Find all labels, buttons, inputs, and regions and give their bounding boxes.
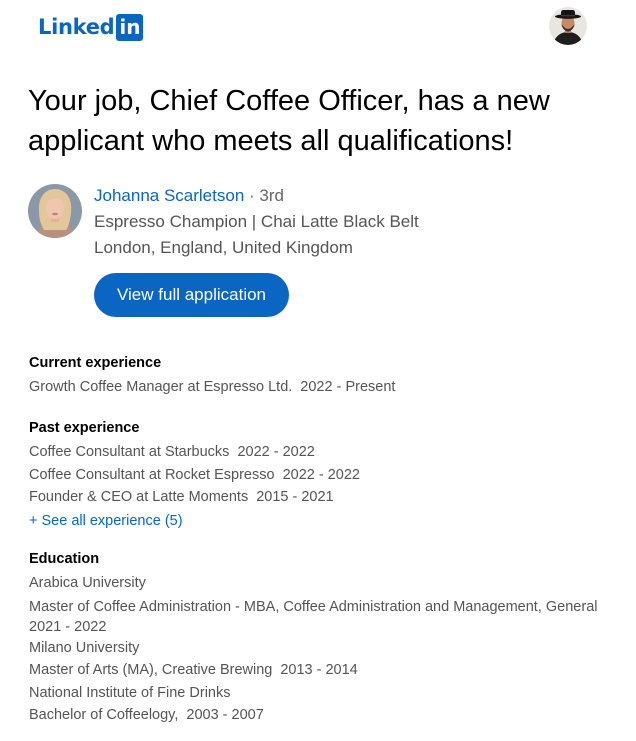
degree-name: Master of Arts (MA), Creative Brewing	[29, 662, 273, 678]
experience-role: Coffee Consultant at Starbucks	[29, 444, 230, 460]
education-degree: Master of Arts (MA), Creative Brewing 201…	[29, 659, 609, 682]
experience-item: Founder & CEO at Latte Moments 2015 - 202…	[29, 486, 609, 509]
experience-role: Coffee Consultant at Rocket Espresso	[29, 466, 275, 483]
email-header: Linked in	[0, 0, 636, 60]
experience-item: Coffee Consultant at Starbucks 2022 - 202…	[29, 441, 609, 464]
recipient-avatar[interactable]	[549, 7, 587, 45]
candidate-name[interactable]: Johanna Scarletson	[94, 186, 244, 205]
candidate-avatar[interactable]	[28, 184, 82, 238]
linkedin-logo[interactable]: Linked in	[38, 13, 144, 41]
education-school: National Institute of Fine Drinks	[29, 684, 231, 701]
experience-dates: 2015 - 2021	[256, 489, 334, 505]
logo-in-box: in	[116, 13, 144, 41]
section-title: Past experience	[29, 420, 140, 436]
see-all-experience-link[interactable]: + See all experience (5)	[29, 510, 609, 533]
experience-item: Coffee Consultant at Rocket Espresso 2022…	[29, 464, 609, 487]
candidate-info: Johanna Scarletson · 3rd Espresso Champi…	[94, 183, 419, 261]
current-experience-section: Current experience Growth Coffee Manager…	[29, 354, 609, 399]
degree-name: Master of Coffee Administration - MBA, C…	[29, 598, 598, 615]
candidate-location: London, England, United Kingdom	[94, 238, 353, 257]
degree-dates: 2003 - 2007	[186, 707, 264, 723]
experience-dates: 2022 - Present	[300, 379, 396, 395]
degree-name: Bachelor of Coffeelogy,	[29, 707, 179, 723]
past-experience-section: Past experience Coffee Consultant at Sta…	[29, 419, 609, 532]
education-section: Education Arabica University Master of C…	[29, 550, 609, 727]
experience-dates: 2022 - 2022	[282, 466, 360, 483]
view-full-application-button[interactable]: View full application	[94, 273, 289, 317]
experience-dates: 2022 - 2022	[237, 444, 315, 460]
experience-role: Founder & CEO at Latte Moments	[29, 489, 249, 505]
education-school: Milano University	[29, 639, 140, 656]
degree-dates: 2021 - 2022	[29, 618, 107, 635]
degree-dates: 2013 - 2014	[280, 662, 358, 678]
connection-degree: · 3rd	[244, 186, 284, 205]
experience-role: Growth Coffee Manager at Espresso Ltd.	[29, 379, 293, 395]
education-school: Arabica University	[29, 575, 146, 591]
education-degree: Master of Coffee Administration - MBA, C…	[29, 597, 609, 637]
experience-item: Growth Coffee Manager at Espresso Ltd. 20…	[29, 376, 609, 399]
section-title: Current experience	[29, 355, 162, 371]
logo-wordmark: Linked	[38, 15, 115, 39]
section-title: Education	[29, 551, 100, 567]
education-degree: Bachelor of Coffeelogy, 2003 - 2007	[29, 704, 609, 727]
candidate-name-line: Johanna Scarletson · 3rd	[94, 183, 419, 209]
candidate-title: Espresso Champion | Chai Latte Black Bel…	[94, 212, 419, 231]
email-headline: Your job, Chief Coffee Officer, has a ne…	[28, 85, 550, 157]
